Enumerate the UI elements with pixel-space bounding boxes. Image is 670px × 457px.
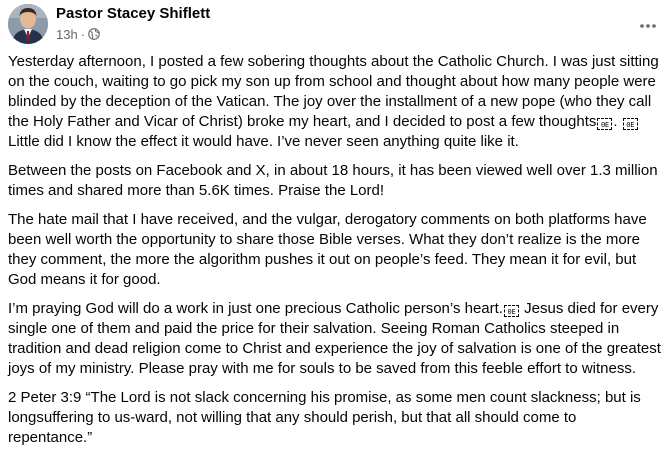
post-paragraph: Between the posts on Facebook and X, in … (8, 161, 664, 201)
post-body: Yesterday afternoon, I posted a few sobe… (8, 52, 664, 457)
post-timestamp[interactable]: 13h (56, 27, 78, 42)
meta-separator: · (80, 26, 86, 42)
paragraph-text: I’m praying God will do a work in just o… (8, 300, 503, 317)
paragraph-text: Between the posts on Facebook and X, in … (8, 162, 662, 199)
author-name[interactable]: Pastor Stacey Shiflett (56, 5, 210, 22)
paragraph-text: 2 Peter 3:9 “The Lord is not slack conce… (8, 389, 645, 446)
avatar[interactable] (8, 4, 48, 44)
paragraph-text: The hate mail that I have received, and … (8, 211, 651, 288)
post-paragraph: The hate mail that I have received, and … (8, 210, 664, 290)
paragraph-text: Yesterday afternoon, I posted a few sobe… (8, 53, 663, 130)
paragraph-text: Little did I know the effect it would ha… (8, 133, 519, 150)
post-paragraph: I’m praying God will do a work in just o… (8, 299, 664, 379)
paragraph-text: . (613, 113, 622, 130)
globe-icon[interactable] (88, 28, 100, 40)
unrendered-emoji-icon: 0E (597, 118, 613, 130)
unrendered-emoji-icon: 0E (622, 118, 638, 130)
post-paragraph: 2 Peter 3:9 “The Lord is not slack conce… (8, 388, 664, 448)
facebook-post: Pastor Stacey Shiflett 13h · Yesterday a… (0, 0, 670, 457)
more-options-button[interactable] (634, 12, 662, 32)
more-options-icon (640, 24, 656, 28)
post-paragraph: Yesterday afternoon, I posted a few sobe… (8, 52, 664, 152)
post-meta: 13h · (56, 26, 100, 42)
post-header: Pastor Stacey Shiflett 13h · (8, 4, 662, 46)
unrendered-emoji-icon: 0E (503, 305, 519, 317)
profile-photo (8, 4, 48, 44)
